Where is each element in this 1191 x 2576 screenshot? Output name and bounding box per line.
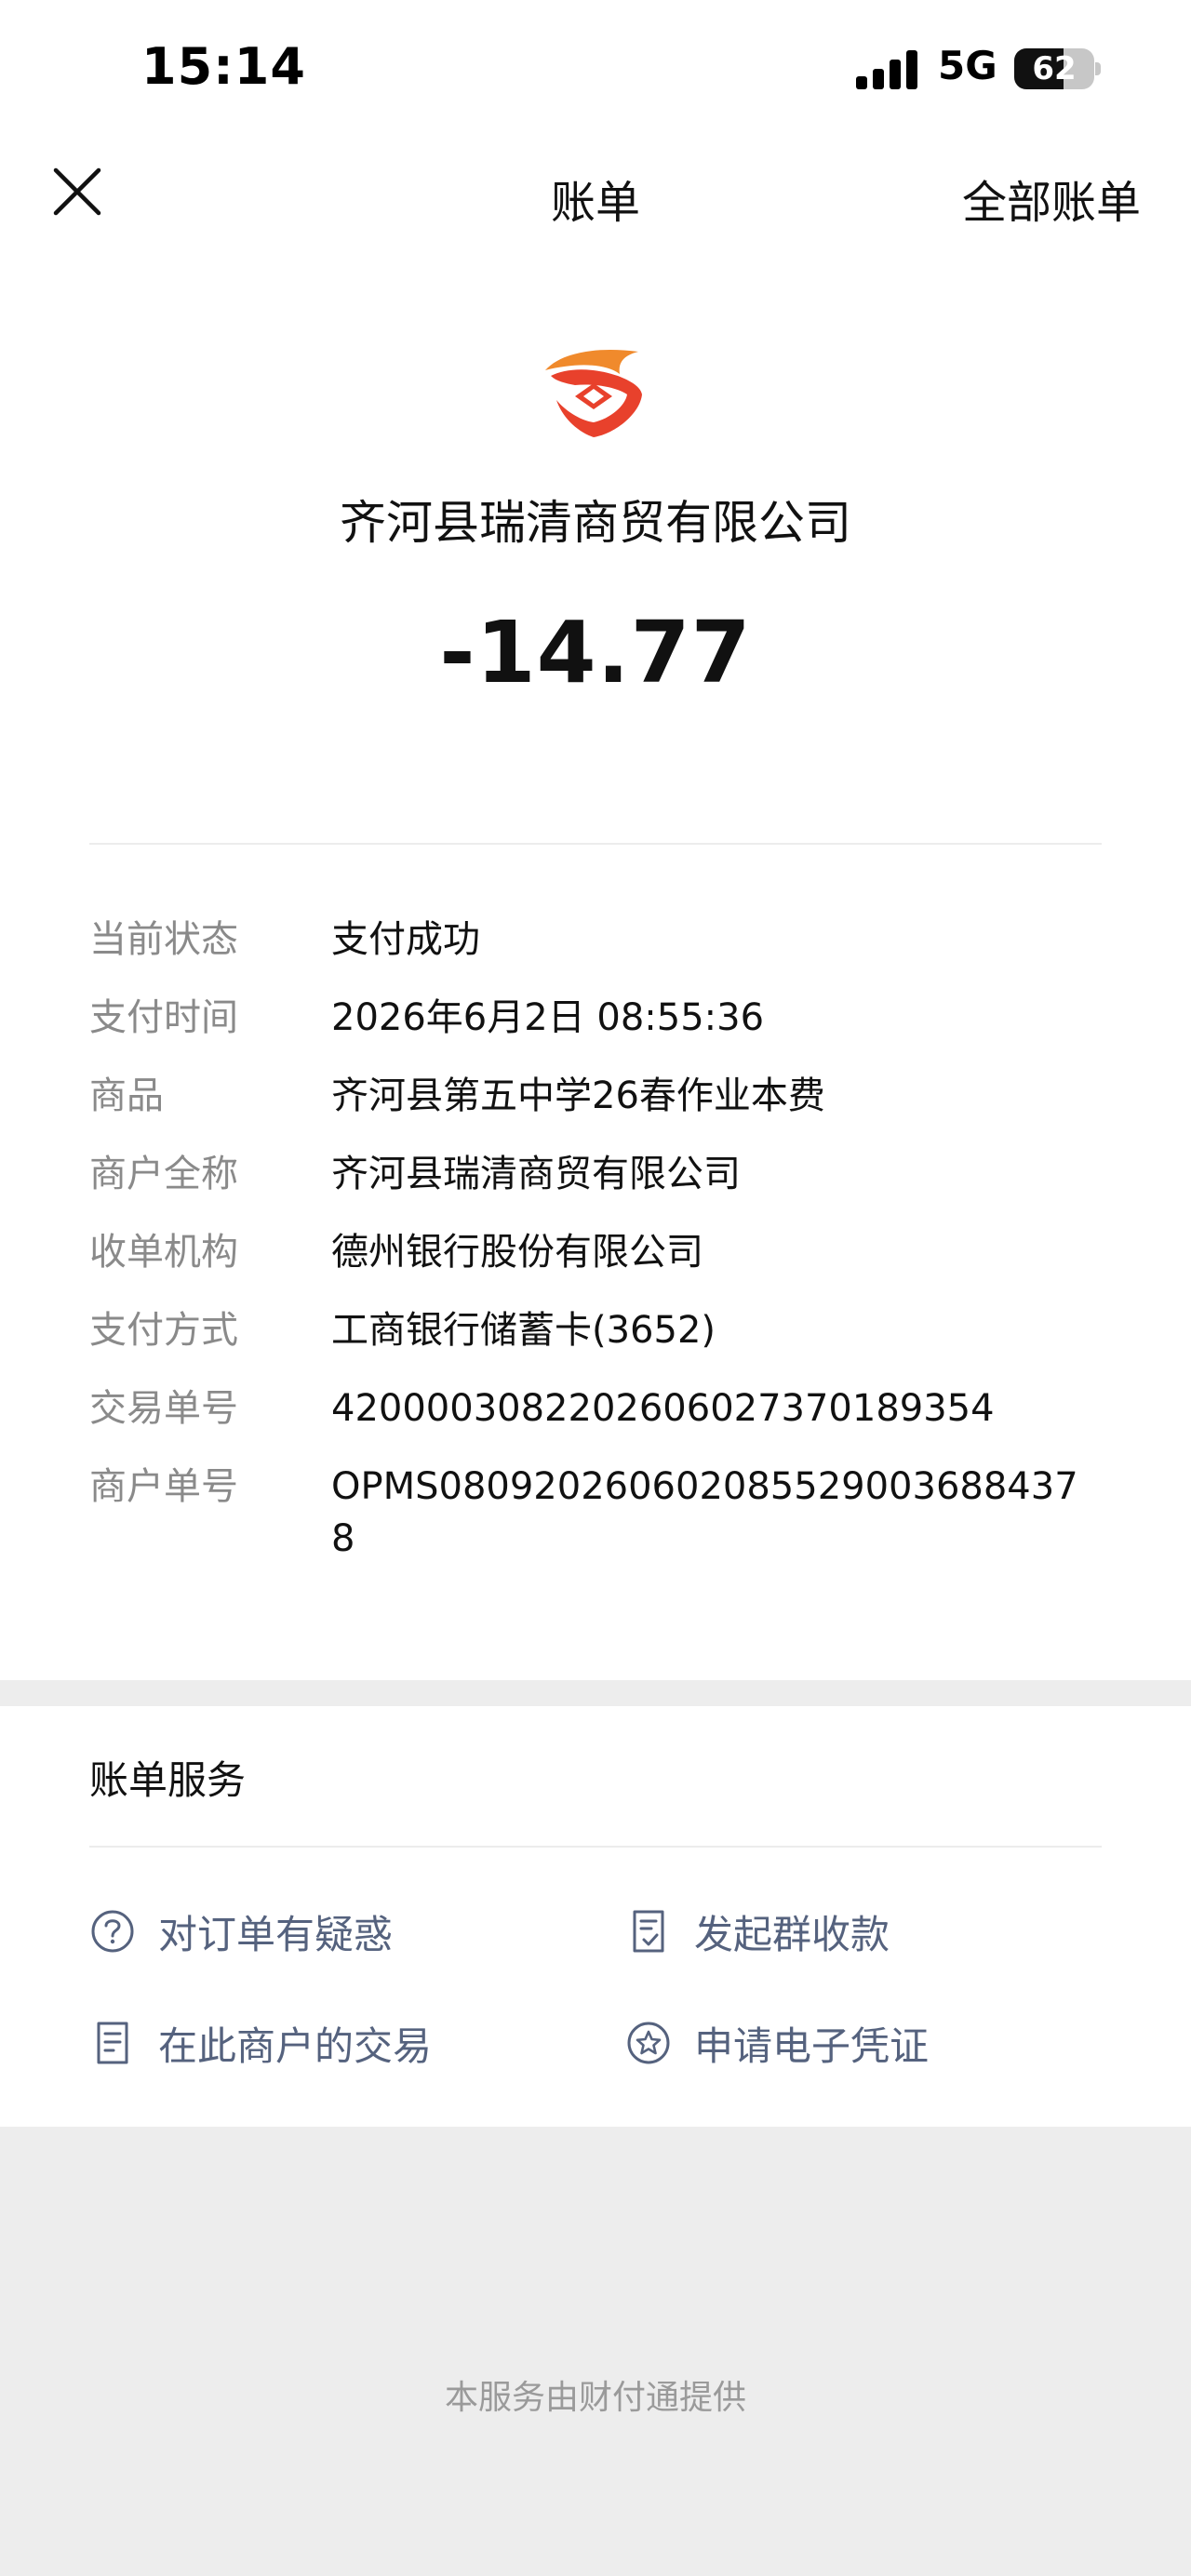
bill-details: 当前状态 支付成功 支付时间 2026年6月2日 08:55:36 商品 齐河县… xyxy=(89,914,1113,1591)
detail-value: 工商银行储蓄卡(3652) xyxy=(331,1309,716,1352)
detail-row-product: 商品 齐河县第五中学26春作业本费 xyxy=(89,1070,1113,1122)
detail-label: 支付时间 xyxy=(89,996,238,1039)
network-type: 5G xyxy=(938,43,997,88)
service-group-collection[interactable]: 发起群收款 xyxy=(625,1902,890,1961)
detail-row-time: 支付时间 2026年6月2日 08:55:36 xyxy=(89,992,1113,1044)
detail-value: 德州银行股份有限公司 xyxy=(331,1231,703,1274)
detail-label: 商户单号 xyxy=(89,1465,238,1508)
merchant-name: 齐河县瑞清商贸有限公司 xyxy=(340,496,851,550)
detail-label: 商品 xyxy=(89,1074,164,1117)
bill-detail-page: 15:14 5G 62 账单 全部账单 齐河县瑞清商贸有限公司 -14.77 当… xyxy=(0,0,1191,2576)
detail-row-merchant: 商户全称 齐河县瑞清商贸有限公司 xyxy=(89,1148,1113,1200)
battery-tip xyxy=(1095,62,1101,75)
divider xyxy=(89,1846,1102,1848)
battery-icon: 62 xyxy=(1014,48,1094,89)
all-bills-link[interactable]: 全部账单 xyxy=(962,166,1141,231)
detail-value: 齐河县瑞清商贸有限公司 xyxy=(331,1153,741,1195)
amount: -14.77 xyxy=(439,603,752,702)
detail-value[interactable]: 4200003082202606027370189354 xyxy=(331,1382,1113,1435)
service-label: 对订单有疑惑 xyxy=(158,1911,394,1957)
service-order-question[interactable]: 对订单有疑惑 xyxy=(89,1902,393,1961)
detail-value: 2026年6月2日 08:55:36 xyxy=(331,996,765,1039)
detail-row-payment-method: 支付方式 工商银行储蓄卡(3652) xyxy=(89,1304,1113,1356)
divider xyxy=(89,843,1102,845)
detail-label: 商户全称 xyxy=(89,1153,238,1195)
detail-row-transaction-id: 交易单号 4200003082202606027370189354 xyxy=(89,1382,1113,1435)
detail-value: 支付成功 xyxy=(331,918,480,961)
detail-row-merchant-order-id: 商户单号 OPMS080920260602085529003688437 8 xyxy=(89,1461,1113,1565)
footer-text: 本服务由财付通提供 xyxy=(444,2379,746,2417)
question-circle-icon xyxy=(89,1908,136,1955)
detail-value[interactable]: OPMS080920260602085529003688437 8 xyxy=(331,1461,1113,1565)
detail-label: 支付方式 xyxy=(89,1309,238,1352)
service-e-voucher[interactable]: 申请电子凭证 xyxy=(625,2013,929,2073)
service-merchant-transactions[interactable]: 在此商户的交易 xyxy=(89,2013,432,2073)
detail-value: 齐河县第五中学26春作业本费 xyxy=(331,1074,825,1117)
receipt-check-icon xyxy=(625,1908,672,1955)
signal-icon xyxy=(856,47,921,89)
footer-area xyxy=(0,2127,1191,2576)
detail-label: 收单机构 xyxy=(89,1231,238,1274)
star-badge-icon xyxy=(625,2020,672,2066)
document-list-icon xyxy=(89,2020,136,2066)
detail-label: 当前状态 xyxy=(89,918,238,961)
battery-percent: 62 xyxy=(1032,50,1077,87)
detail-row-acquirer: 收单机构 德州银行股份有限公司 xyxy=(89,1226,1113,1278)
services-title: 账单服务 xyxy=(89,1757,247,1803)
service-label: 申请电子凭证 xyxy=(694,2022,930,2069)
status-time: 15:14 xyxy=(141,37,306,96)
detail-label: 交易单号 xyxy=(89,1387,238,1430)
service-label: 发起群收款 xyxy=(694,1911,890,1957)
status-bar: 15:14 5G 62 xyxy=(0,0,1191,140)
section-separator xyxy=(0,1680,1191,1706)
service-label: 在此商户的交易 xyxy=(158,2022,433,2069)
merchant-logo xyxy=(538,342,649,439)
detail-row-status: 当前状态 支付成功 xyxy=(89,914,1113,966)
